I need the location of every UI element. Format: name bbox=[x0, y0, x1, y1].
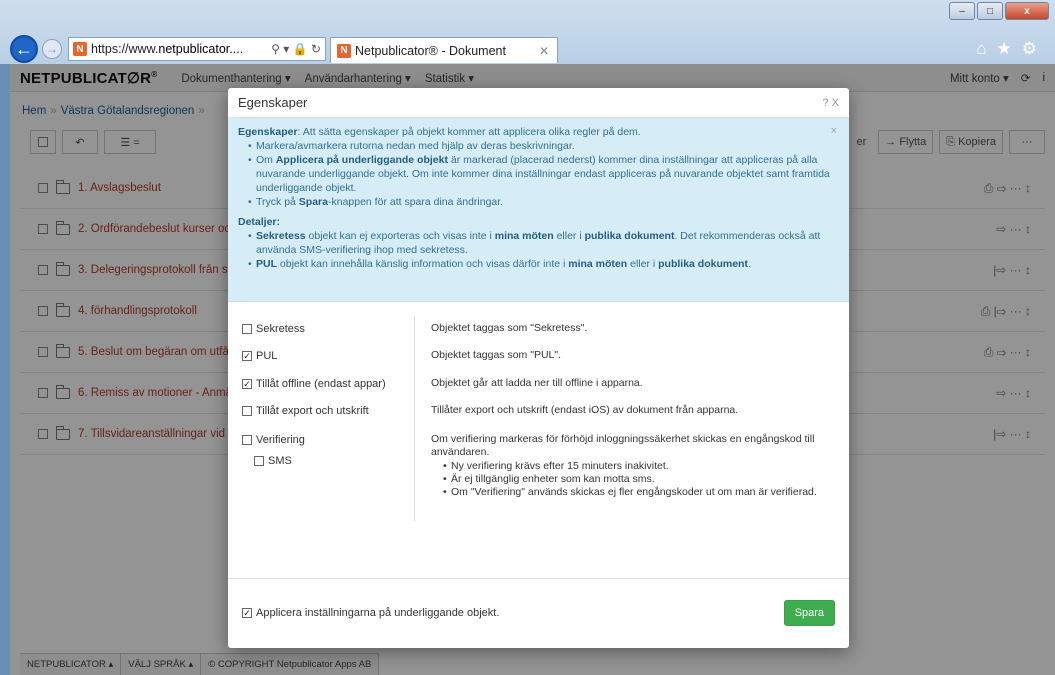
browser-nav-row: ← → N https://www.netpublicator.... ⚲ ▾ … bbox=[10, 34, 1045, 64]
tab-favicon-icon: N bbox=[337, 43, 351, 58]
verifiering-text: Om verifiering markeras för förhöjd inlo… bbox=[431, 433, 815, 458]
verifiering-option[interactable]: Verifiering bbox=[242, 433, 305, 447]
verifiering-bullet: Är ej tillgänglig enheter som kan motta … bbox=[443, 473, 836, 486]
apply-subobjects-checkbox[interactable]: ✓ bbox=[242, 608, 252, 618]
tab-close-icon[interactable]: ✕ bbox=[539, 44, 549, 58]
browser-right-icons: ⌂ ★ ⚙ bbox=[976, 39, 1037, 59]
home-icon[interactable]: ⌂ bbox=[976, 39, 986, 59]
back-arrow-icon[interactable]: ← bbox=[10, 35, 38, 63]
pul-checkbox[interactable]: ✓ bbox=[242, 351, 252, 361]
browser-chrome: – □ x ← → N https://www.netpublicator...… bbox=[0, 0, 1055, 64]
offline-option[interactable]: ✓ Tillåt offline (endast appar) bbox=[242, 377, 386, 391]
details-bullet: Sekretess objekt kan ej exporteras och v… bbox=[248, 229, 839, 257]
sekretess-checkbox[interactable] bbox=[242, 324, 252, 334]
site-favicon-icon: N bbox=[73, 42, 87, 56]
modal-footer: ✓ Applicera inställningarna på underligg… bbox=[228, 578, 849, 648]
pul-option[interactable]: ✓ PUL bbox=[242, 349, 277, 363]
sekretess-description: Objektet taggas som "Sekretess". bbox=[431, 322, 588, 334]
verifiering-checkbox[interactable] bbox=[242, 435, 252, 445]
minimize-button[interactable]: – bbox=[949, 2, 975, 20]
option-label: Sekretess bbox=[256, 323, 305, 335]
verifiering-bullet: Om "Verifiering" används skickas ej fler… bbox=[443, 486, 836, 499]
favorites-star-icon[interactable]: ★ bbox=[997, 39, 1012, 59]
options-descriptions: Objektet taggas som "Sekretess". Objekte… bbox=[414, 316, 834, 521]
address-bar[interactable]: N https://www.netpublicator.... ⚲ ▾ 🔒 ↻ bbox=[68, 37, 326, 61]
option-label: PUL bbox=[256, 350, 278, 362]
info-alert: × Egenskaper: Att sätta egenskaper på ob… bbox=[228, 118, 849, 302]
option-label: SMS bbox=[268, 455, 292, 467]
details-heading: Detaljer: bbox=[238, 216, 281, 228]
apply-subobjects-label: Applicera inställningarna på underliggan… bbox=[256, 607, 500, 619]
pul-description: Objektet taggas som "PUL". bbox=[431, 349, 562, 361]
modal-title: Egenskaper bbox=[238, 95, 308, 110]
properties-modal: Egenskaper ? X × Egenskaper: Att sätta e… bbox=[228, 88, 849, 648]
export-option[interactable]: Tillåt export och utskrift bbox=[242, 404, 369, 418]
export-checkbox[interactable] bbox=[242, 406, 252, 416]
apply-subobjects-option[interactable]: ✓ Applicera inställningarna på underligg… bbox=[242, 607, 499, 619]
info-bullet: Markera/avmarkera rutorna nedan med hjäl… bbox=[248, 139, 839, 153]
info-bullets: Markera/avmarkera rutorna nedan med hjäl… bbox=[238, 139, 839, 209]
address-search-lock-refresh-icon[interactable]: ⚲ ▾ 🔒 ↻ bbox=[267, 42, 325, 56]
help-close-icon[interactable]: ? X bbox=[822, 97, 839, 109]
browser-tab[interactable]: N Netpublicator® - Dokument ✕ bbox=[330, 37, 558, 63]
option-label: Tillåt offline (endast appar) bbox=[256, 378, 386, 390]
maximize-button[interactable]: □ bbox=[977, 2, 1003, 20]
verifiering-bullets: Ny verifiering krävs efter 15 minuters i… bbox=[431, 460, 836, 499]
export-description: Tillåter export och utskrift (endast iOS… bbox=[431, 404, 739, 416]
sms-checkbox[interactable] bbox=[254, 456, 264, 466]
info-bullet: Tryck på Spara-knappen för att spara din… bbox=[248, 195, 839, 209]
sms-option[interactable]: SMS bbox=[254, 454, 292, 468]
offline-description: Objektet går att ladda ner till offline … bbox=[431, 377, 643, 389]
verifiering-description: Om verifiering markeras för förhöjd inlo… bbox=[431, 433, 836, 499]
address-url: https://www.netpublicator.... bbox=[91, 42, 244, 56]
options-panel: Sekretess ✓ PUL ✓ Tillåt offline (endast a… bbox=[228, 302, 849, 572]
save-button[interactable]: Spara bbox=[783, 600, 835, 626]
settings-gear-icon[interactable]: ⚙ bbox=[1022, 39, 1037, 59]
offline-checkbox[interactable]: ✓ bbox=[242, 379, 252, 389]
tab-title: Netpublicator® - Dokument bbox=[355, 43, 506, 58]
verifiering-bullet: Ny verifiering krävs efter 15 minuters i… bbox=[443, 460, 836, 473]
sekretess-option[interactable]: Sekretess bbox=[242, 322, 305, 336]
info-bullet: Om Applicera på underliggande objekt är … bbox=[248, 153, 839, 195]
modal-header: Egenskaper ? X bbox=[228, 88, 849, 118]
option-label: Tillåt export och utskrift bbox=[256, 405, 369, 417]
details-bullets: Sekretess objekt kan ej exporteras och v… bbox=[238, 229, 839, 271]
info-lead: Egenskaper: Att sätta egenskaper på obje… bbox=[238, 126, 641, 138]
option-label: Verifiering bbox=[256, 434, 305, 446]
close-window-button[interactable]: x bbox=[1005, 2, 1049, 20]
alert-close-icon[interactable]: × bbox=[831, 124, 837, 138]
window-controls: – □ x bbox=[949, 2, 1049, 20]
details-bullet: PUL objekt kan innehålla känslig informa… bbox=[248, 257, 839, 271]
forward-arrow-icon[interactable]: → bbox=[42, 39, 62, 59]
